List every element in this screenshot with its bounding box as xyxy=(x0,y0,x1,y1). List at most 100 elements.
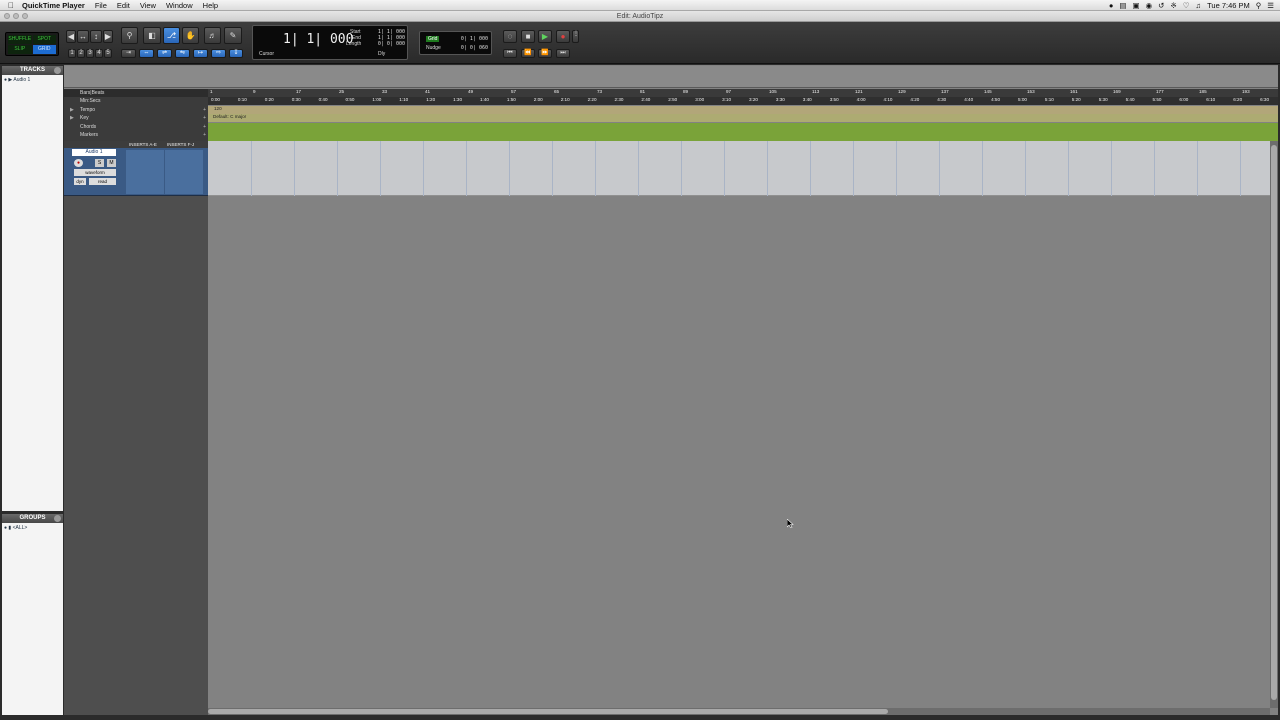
play-icon[interactable]: ▶ xyxy=(538,30,552,43)
zoom-preset-3[interactable]: 3 xyxy=(86,49,94,58)
list-icon[interactable]: ☰ xyxy=(1267,1,1274,10)
menu-window[interactable]: Window xyxy=(166,1,193,10)
grabber-tool-icon[interactable]: ✋ xyxy=(182,27,199,44)
wifi-icon[interactable]: ♡ xyxy=(1183,1,1190,10)
ruler-name-markers[interactable]: Markers + xyxy=(64,131,208,139)
pencil-tool-icon[interactable]: ✎ xyxy=(224,27,242,44)
clock[interactable]: Tue 7:46 PM xyxy=(1207,1,1250,10)
zoom-preset-5[interactable]: 5 xyxy=(104,49,112,58)
menu-app[interactable]: QuickTime Player xyxy=(22,1,85,10)
search-icon[interactable]: ⚲ xyxy=(1256,1,1262,10)
selector-tool-icon[interactable]: ⎇ xyxy=(163,27,180,44)
sync-icon[interactable]: ● xyxy=(1109,1,1114,10)
nudge-label[interactable]: Nudge xyxy=(426,45,441,51)
minsecs-tick: 1:40 xyxy=(480,97,489,102)
groups-list-item[interactable]: ● ▮ <ALL> xyxy=(4,525,27,531)
track-name[interactable]: Audio 1 xyxy=(72,149,116,156)
link-track-icon[interactable]: ⇌ xyxy=(157,49,172,58)
grid-nudge-display: Grid Nudge 0| 1| 000 0| 0| 060 xyxy=(419,31,492,55)
link-timeline-icon[interactable]: ⇔ xyxy=(139,49,154,58)
track-playlist-lane[interactable] xyxy=(208,141,1270,196)
online-icon[interactable]: ◌ xyxy=(503,30,517,43)
zoom-preset-4[interactable]: 4 xyxy=(95,49,103,58)
mirror-midi-icon[interactable]: ⇋ xyxy=(175,49,190,58)
return-to-zero-icon[interactable]: ⏮ xyxy=(503,49,517,58)
transport-options-icon[interactable]: ⋮ xyxy=(572,30,579,43)
minsecs-ruler[interactable]: 0:00 0:10 0:20 0:30 0:40 0:50 1:00 1:10 1:20 1:30… xyxy=(208,97,1278,105)
vertical-scrollbar[interactable] xyxy=(1270,141,1278,708)
mode-slip[interactable]: SLIP xyxy=(8,45,32,54)
solo-button[interactable]: S xyxy=(95,159,104,167)
main-counter-value[interactable]: 1| 1| 000 xyxy=(283,32,353,47)
fast-forward-icon[interactable]: ⏩ xyxy=(538,49,552,58)
ruler-name-tempo[interactable]: ▶ Tempo + xyxy=(64,106,208,114)
key-value[interactable]: Default: C major xyxy=(213,114,246,119)
zoom-preset-1[interactable]: 1 xyxy=(68,49,76,58)
minsecs-tick: 3:30 xyxy=(775,97,785,102)
go-to-end-icon[interactable]: ⏭ xyxy=(556,49,570,58)
tracks-list-item[interactable]: ● ▶ Audio 1 xyxy=(4,77,30,83)
zoom-out-icon[interactable]: ◀ xyxy=(66,30,76,43)
rewind-icon[interactable]: ⏪ xyxy=(521,49,535,58)
track-audio-1[interactable]: Audio 1 ● S M waveform dyn read xyxy=(64,148,208,196)
dly-label[interactable]: Dly xyxy=(378,51,385,57)
ruler-name-bars[interactable]: Bars|Beats xyxy=(64,89,208,97)
menu-view[interactable]: View xyxy=(140,1,156,10)
tempo-ruler[interactable]: 120 xyxy=(208,106,1278,114)
time-machine-icon[interactable]: ↺ xyxy=(1158,1,1164,10)
close-icon[interactable] xyxy=(4,13,10,19)
horizontal-scrollbar[interactable] xyxy=(208,708,1270,715)
tab-to-transient-icon[interactable]: ⇥ xyxy=(121,49,136,58)
mode-grid[interactable]: GRID xyxy=(32,45,56,54)
bluetooth-icon[interactable]: ※ xyxy=(1170,1,1176,10)
groups-options-icon[interactable] xyxy=(54,515,61,522)
tempo-value[interactable]: 120 xyxy=(214,106,222,111)
grid-label[interactable]: Grid xyxy=(426,36,440,42)
zoom-preset-2[interactable]: 2 xyxy=(77,49,85,58)
bars-beats-ruler[interactable]: 1 9 17 25 33 41 49 57 65 73 81 89 97 105 113 121 129 137 1… xyxy=(208,89,1278,97)
tracks-options-icon[interactable] xyxy=(54,67,61,74)
ruler-name-key[interactable]: ▶ Key + xyxy=(64,114,208,122)
mute-button[interactable]: M xyxy=(107,159,116,167)
trim-tool-icon[interactable]: ◧ xyxy=(143,27,161,44)
tool-option-icon[interactable]: ⇨ xyxy=(211,49,226,58)
dyn-button[interactable]: dyn xyxy=(74,178,86,185)
markers-ruler[interactable] xyxy=(208,131,1278,141)
zoomer-tool-icon[interactable]: ⚲ xyxy=(121,27,138,44)
insertion-follows-icon[interactable]: ↦ xyxy=(193,49,208,58)
horizontal-scroll-thumb[interactable] xyxy=(208,709,888,714)
zoom-in-icon[interactable]: ▶ xyxy=(103,30,113,43)
keyboard-focus-icon[interactable]: ↧ xyxy=(229,49,243,58)
camera-icon[interactable]: ▣ xyxy=(1133,1,1140,10)
key-ruler[interactable]: Default: C major xyxy=(208,114,1278,122)
stop-icon[interactable]: ■ xyxy=(521,30,535,43)
length-value[interactable]: 0| 0| 000 xyxy=(377,41,405,47)
midi-zoom-icon[interactable]: ↕ xyxy=(90,30,102,43)
chords-ruler[interactable] xyxy=(208,123,1278,131)
apple-icon[interactable]:  xyxy=(0,1,22,10)
automation-mode[interactable]: read xyxy=(89,178,116,185)
nudge-value[interactable]: 0| 0| 060 xyxy=(458,45,488,51)
ruler-name-minsecs[interactable]: Min:Secs xyxy=(64,97,208,105)
zoom-icon[interactable] xyxy=(22,13,28,19)
grid-line xyxy=(767,141,768,196)
record-icon[interactable]: ◉ xyxy=(1146,1,1153,10)
ruler-name-chords[interactable]: Chords + xyxy=(64,123,208,131)
menu-edit[interactable]: Edit xyxy=(117,1,130,10)
track-view-selector[interactable]: waveform xyxy=(74,169,116,176)
grid-value[interactable]: 0| 1| 000 xyxy=(458,36,488,42)
mode-shuffle[interactable]: SHUFFLE xyxy=(8,35,32,44)
record-button-icon[interactable]: ● xyxy=(556,30,570,43)
track-record-icon[interactable]: ● xyxy=(74,159,83,167)
inserts-ae-slots[interactable] xyxy=(126,150,164,194)
menu-help[interactable]: Help xyxy=(203,1,218,10)
vertical-scroll-thumb[interactable] xyxy=(1271,145,1277,700)
audio-zoom-icon[interactable]: ↔ xyxy=(77,30,89,43)
mode-spot[interactable]: SPOT xyxy=(32,35,56,44)
inserts-fj-slots[interactable] xyxy=(165,150,203,194)
volume-icon[interactable]: ♫ xyxy=(1195,1,1201,10)
notes-icon[interactable]: ▤ xyxy=(1119,1,1126,10)
minimize-icon[interactable] xyxy=(13,13,19,19)
scrubber-tool-icon[interactable]: ♬ xyxy=(204,27,221,44)
menu-file[interactable]: File xyxy=(95,1,107,10)
